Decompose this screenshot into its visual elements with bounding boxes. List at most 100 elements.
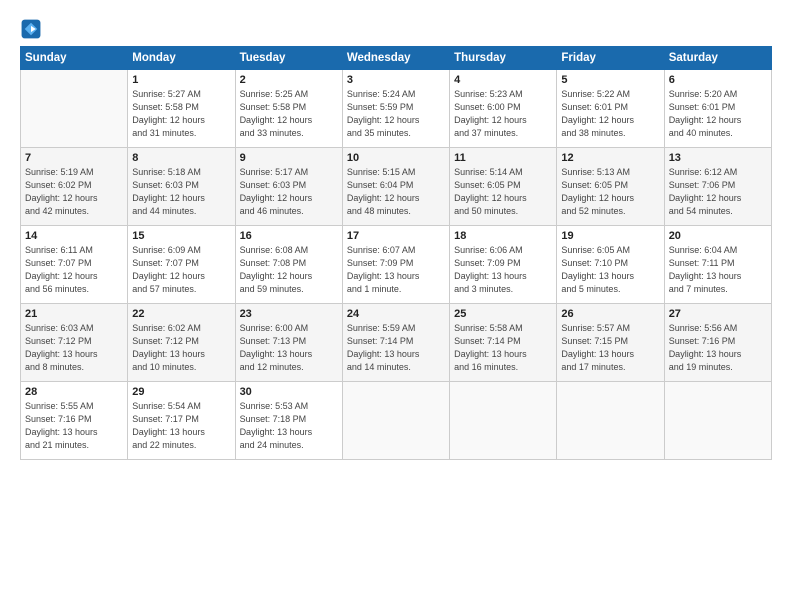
day-number: 21	[25, 308, 123, 320]
day-cell: 9 Sunrise: 5:17 AM Sunset: 6:03 PM Daylig…	[235, 148, 342, 226]
day-info: Sunrise: 6:08 AM Sunset: 7:08 PM Dayligh…	[240, 244, 338, 296]
day-info: Sunrise: 5:18 AM Sunset: 6:03 PM Dayligh…	[132, 166, 230, 218]
logo	[20, 18, 46, 40]
day-info: Sunrise: 5:23 AM Sunset: 6:00 PM Dayligh…	[454, 88, 552, 140]
day-info: Sunrise: 5:25 AM Sunset: 5:58 PM Dayligh…	[240, 88, 338, 140]
day-info: Sunrise: 5:15 AM Sunset: 6:04 PM Dayligh…	[347, 166, 445, 218]
day-number: 8	[132, 152, 230, 164]
day-cell: 29Sunrise: 5:54 AM Sunset: 7:17 PM Dayli…	[128, 382, 235, 460]
day-number: 15	[132, 230, 230, 242]
day-cell: 23 Sunrise: 6:00 AM Sunset: 7:13 PM Dayli…	[235, 304, 342, 382]
day-cell: 11Sunrise: 5:14 AM Sunset: 6:05 PM Dayli…	[450, 148, 557, 226]
header-cell-saturday: Saturday	[664, 47, 771, 70]
week-row-1: 1Sunrise: 5:27 AM Sunset: 5:58 PM Daylig…	[21, 70, 772, 148]
day-info: Sunrise: 5:22 AM Sunset: 6:01 PM Dayligh…	[561, 88, 659, 140]
day-info: Sunrise: 5:24 AM Sunset: 5:59 PM Dayligh…	[347, 88, 445, 140]
day-cell: 24 Sunrise: 5:59 AM Sunset: 7:14 PM Dayli…	[342, 304, 449, 382]
day-info: Sunrise: 6:04 AM Sunset: 7:11 PM Dayligh…	[669, 244, 767, 296]
day-info: Sunrise: 6:00 AM Sunset: 7:13 PM Dayligh…	[240, 322, 338, 374]
header-cell-friday: Friday	[557, 47, 664, 70]
day-info: Sunrise: 6:11 AM Sunset: 7:07 PM Dayligh…	[25, 244, 123, 296]
day-cell: 14 Sunrise: 6:11 AM Sunset: 7:07 PM Dayli…	[21, 226, 128, 304]
day-number: 10	[347, 152, 445, 164]
day-cell: 12 Sunrise: 5:13 AM Sunset: 6:05 PM Dayli…	[557, 148, 664, 226]
day-number: 26	[561, 308, 659, 320]
week-row-5: 28 Sunrise: 5:55 AM Sunset: 7:16 PM Dayli…	[21, 382, 772, 460]
day-info: Sunrise: 5:53 AM Sunset: 7:18 PM Dayligh…	[240, 400, 338, 452]
day-number: 9	[240, 152, 338, 164]
day-number: 13	[669, 152, 767, 164]
day-cell: 13 Sunrise: 6:12 AM Sunset: 7:06 PM Dayli…	[664, 148, 771, 226]
day-info: Sunrise: 5:27 AM Sunset: 5:58 PM Dayligh…	[132, 88, 230, 140]
day-cell: 18Sunrise: 6:06 AM Sunset: 7:09 PM Dayli…	[450, 226, 557, 304]
header-row: SundayMondayTuesdayWednesdayThursdayFrid…	[21, 47, 772, 70]
day-cell: 2 Sunrise: 5:25 AM Sunset: 5:58 PM Daylig…	[235, 70, 342, 148]
day-number: 2	[240, 74, 338, 86]
day-cell	[342, 382, 449, 460]
day-number: 16	[240, 230, 338, 242]
day-info: Sunrise: 6:09 AM Sunset: 7:07 PM Dayligh…	[132, 244, 230, 296]
day-info: Sunrise: 6:12 AM Sunset: 7:06 PM Dayligh…	[669, 166, 767, 218]
day-info: Sunrise: 6:05 AM Sunset: 7:10 PM Dayligh…	[561, 244, 659, 296]
day-cell	[557, 382, 664, 460]
calendar-table: SundayMondayTuesdayWednesdayThursdayFrid…	[20, 46, 772, 460]
day-cell: 21 Sunrise: 6:03 AM Sunset: 7:12 PM Dayli…	[21, 304, 128, 382]
day-number: 5	[561, 74, 659, 86]
day-info: Sunrise: 5:17 AM Sunset: 6:03 PM Dayligh…	[240, 166, 338, 218]
day-number: 7	[25, 152, 123, 164]
day-cell: 27 Sunrise: 5:56 AM Sunset: 7:16 PM Dayli…	[664, 304, 771, 382]
day-number: 14	[25, 230, 123, 242]
header-cell-wednesday: Wednesday	[342, 47, 449, 70]
day-number: 25	[454, 308, 552, 320]
day-info: Sunrise: 5:20 AM Sunset: 6:01 PM Dayligh…	[669, 88, 767, 140]
day-cell	[21, 70, 128, 148]
day-number: 28	[25, 386, 123, 398]
header-cell-sunday: Sunday	[21, 47, 128, 70]
day-cell: 8 Sunrise: 5:18 AM Sunset: 6:03 PM Daylig…	[128, 148, 235, 226]
week-row-4: 21 Sunrise: 6:03 AM Sunset: 7:12 PM Dayli…	[21, 304, 772, 382]
day-number: 12	[561, 152, 659, 164]
day-cell: 30 Sunrise: 5:53 AM Sunset: 7:18 PM Dayli…	[235, 382, 342, 460]
day-number: 30	[240, 386, 338, 398]
day-number: 19	[561, 230, 659, 242]
header-cell-monday: Monday	[128, 47, 235, 70]
day-cell: 22Sunrise: 6:02 AM Sunset: 7:12 PM Dayli…	[128, 304, 235, 382]
day-number: 29	[132, 386, 230, 398]
day-info: Sunrise: 5:13 AM Sunset: 6:05 PM Dayligh…	[561, 166, 659, 218]
day-info: Sunrise: 5:56 AM Sunset: 7:16 PM Dayligh…	[669, 322, 767, 374]
header-cell-thursday: Thursday	[450, 47, 557, 70]
day-info: Sunrise: 5:57 AM Sunset: 7:15 PM Dayligh…	[561, 322, 659, 374]
day-number: 24	[347, 308, 445, 320]
day-number: 6	[669, 74, 767, 86]
day-info: Sunrise: 5:19 AM Sunset: 6:02 PM Dayligh…	[25, 166, 123, 218]
day-cell	[664, 382, 771, 460]
day-number: 20	[669, 230, 767, 242]
day-cell: 28 Sunrise: 5:55 AM Sunset: 7:16 PM Dayli…	[21, 382, 128, 460]
day-info: Sunrise: 5:59 AM Sunset: 7:14 PM Dayligh…	[347, 322, 445, 374]
day-cell: 6 Sunrise: 5:20 AM Sunset: 6:01 PM Daylig…	[664, 70, 771, 148]
day-info: Sunrise: 6:03 AM Sunset: 7:12 PM Dayligh…	[25, 322, 123, 374]
day-cell: 5 Sunrise: 5:22 AM Sunset: 6:01 PM Daylig…	[557, 70, 664, 148]
day-cell: 4 Sunrise: 5:23 AM Sunset: 6:00 PM Daylig…	[450, 70, 557, 148]
week-row-2: 7 Sunrise: 5:19 AM Sunset: 6:02 PM Daylig…	[21, 148, 772, 226]
day-cell: 17 Sunrise: 6:07 AM Sunset: 7:09 PM Dayli…	[342, 226, 449, 304]
day-cell	[450, 382, 557, 460]
header	[20, 18, 772, 40]
day-number: 3	[347, 74, 445, 86]
day-cell: 7 Sunrise: 5:19 AM Sunset: 6:02 PM Daylig…	[21, 148, 128, 226]
day-number: 27	[669, 308, 767, 320]
day-number: 22	[132, 308, 230, 320]
day-cell: 1Sunrise: 5:27 AM Sunset: 5:58 PM Daylig…	[128, 70, 235, 148]
day-cell: 16 Sunrise: 6:08 AM Sunset: 7:08 PM Dayli…	[235, 226, 342, 304]
day-cell: 26 Sunrise: 5:57 AM Sunset: 7:15 PM Dayli…	[557, 304, 664, 382]
day-number: 4	[454, 74, 552, 86]
day-info: Sunrise: 5:14 AM Sunset: 6:05 PM Dayligh…	[454, 166, 552, 218]
day-number: 23	[240, 308, 338, 320]
day-info: Sunrise: 5:58 AM Sunset: 7:14 PM Dayligh…	[454, 322, 552, 374]
day-info: Sunrise: 5:55 AM Sunset: 7:16 PM Dayligh…	[25, 400, 123, 452]
day-cell: 19 Sunrise: 6:05 AM Sunset: 7:10 PM Dayli…	[557, 226, 664, 304]
day-info: Sunrise: 6:07 AM Sunset: 7:09 PM Dayligh…	[347, 244, 445, 296]
page: SundayMondayTuesdayWednesdayThursdayFrid…	[0, 0, 792, 470]
day-cell: 3 Sunrise: 5:24 AM Sunset: 5:59 PM Daylig…	[342, 70, 449, 148]
day-number: 17	[347, 230, 445, 242]
